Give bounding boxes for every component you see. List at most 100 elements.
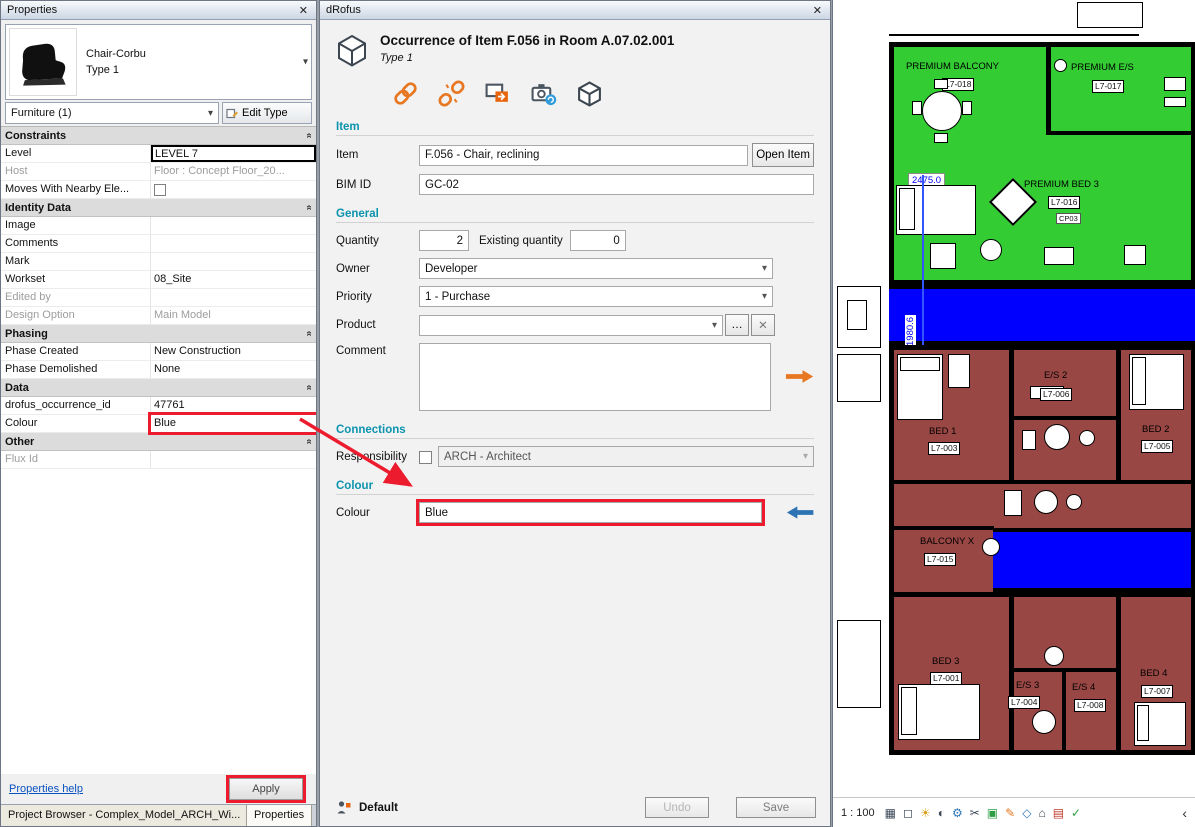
crop-view-icon[interactable]: ✂ [970, 806, 980, 820]
collapse-icon[interactable]: « [304, 439, 315, 445]
plan-shaft-box [1077, 2, 1143, 28]
property-row-host[interactable]: Host Floor : Concept Floor_20... [1, 163, 316, 181]
dimension-label-vertical[interactable]: 1980.6 [905, 315, 916, 348]
visual-style-icon[interactable]: ◻ [903, 806, 913, 820]
responsibility-select[interactable]: ARCH - Architect ▾ [438, 446, 814, 467]
scale-label[interactable]: 1 : 100 [841, 807, 875, 819]
item-field[interactable]: F.056 - Chair, reclining [419, 145, 748, 166]
property-value-phase-demolished[interactable]: None [151, 361, 316, 378]
unlink-icon[interactable] [438, 80, 465, 107]
property-row-colour[interactable]: Colour Blue [1, 415, 316, 433]
property-row-level[interactable]: Level LEVEL 7 [1, 145, 316, 163]
property-row-phase-created[interactable]: Phase Created New Construction [1, 343, 316, 361]
edit-type-button[interactable]: Edit Type [222, 102, 312, 124]
property-value-workset[interactable]: 08_Site [151, 271, 316, 288]
moves-with-nearby-checkbox[interactable] [154, 184, 166, 196]
property-row-flux-id[interactable]: Flux Id [1, 451, 316, 469]
property-value-level[interactable]: LEVEL 7 [151, 145, 316, 162]
type-selector[interactable]: Chair-Corbu Type 1 ▾ [5, 24, 312, 100]
undo-button[interactable]: Undo [645, 797, 709, 818]
constraints-icon[interactable]: ✓ [1071, 806, 1081, 820]
detail-level-icon[interactable]: ▦ [885, 806, 896, 820]
back-icon[interactable]: ‹ [1182, 805, 1187, 821]
floor-plan-view[interactable]: PREMIUM BALCONY L7-018 PREMIUM E/S L7-01… [832, 0, 1195, 827]
product-browse-button[interactable]: … [725, 314, 749, 336]
capture-image-icon[interactable] [484, 80, 511, 107]
room-tag[interactable]: L7-008 [1074, 699, 1106, 712]
property-value-image[interactable] [151, 217, 316, 234]
filter-combobox[interactable]: Furniture (1) ▾ [5, 102, 219, 124]
property-value-comments[interactable] [151, 235, 316, 252]
rendering-icon[interactable]: ⚙ [952, 806, 963, 820]
group-header-phasing[interactable]: Phasing « [1, 325, 316, 343]
collapse-icon[interactable]: « [304, 385, 315, 391]
properties-help-link[interactable]: Properties help [9, 783, 83, 795]
property-value-drofus-occurrence-id[interactable]: 47761 [151, 397, 316, 414]
crop-region-icon[interactable]: ▣ [987, 806, 998, 820]
property-value-phase-created[interactable]: New Construction [151, 343, 316, 360]
room-tag[interactable]: L7-005 [1141, 440, 1173, 453]
responsibility-checkbox[interactable] [419, 451, 432, 464]
property-row-edited-by[interactable]: Edited by [1, 289, 316, 307]
owner-select[interactable]: Developer ▾ [419, 258, 773, 279]
comment-textarea[interactable] [419, 343, 771, 411]
close-icon[interactable]: ✕ [297, 4, 310, 17]
reveal-hidden-icon[interactable]: ◇ [1022, 806, 1031, 820]
existing-quantity-field[interactable]: 0 [570, 230, 626, 251]
model-box-icon[interactable] [576, 80, 603, 107]
collapse-icon[interactable]: « [304, 133, 315, 139]
type-thumbnail [9, 28, 77, 96]
product-clear-button[interactable]: ✕ [751, 314, 775, 336]
link-icon[interactable] [392, 80, 419, 107]
room-tag[interactable]: L7-006 [1040, 388, 1072, 401]
properties-titlebar[interactable]: Properties ✕ [1, 1, 316, 20]
analytical-model-icon[interactable]: ▤ [1053, 806, 1064, 820]
temporary-view-properties-icon[interactable]: ⌂ [1038, 806, 1045, 820]
colour-field[interactable]: Blue [419, 502, 762, 523]
room-code-tag[interactable]: CP03 [1056, 213, 1081, 224]
priority-select[interactable]: 1 - Purchase ▾ [419, 286, 773, 307]
room-tag[interactable]: L7-003 [928, 442, 960, 455]
bim-id-field[interactable]: GC-02 [419, 174, 814, 195]
tab-properties[interactable]: Properties [247, 805, 312, 826]
room-region-bedrooms[interactable]: BED 1 L7-003 E/S 2 L7-006 BED 2 L7-005 B… [889, 345, 1195, 755]
product-select[interactable]: ▾ [419, 315, 723, 336]
property-row-comments[interactable]: Comments [1, 235, 316, 253]
property-row-mark[interactable]: Mark [1, 253, 316, 271]
property-row-design-option[interactable]: Design Option Main Model [1, 307, 316, 325]
quantity-field[interactable]: 2 [419, 230, 469, 251]
room-corridor-blue[interactable] [889, 285, 1195, 345]
wall-segment [1009, 596, 1014, 750]
room-tag[interactable]: L7-017 [1092, 80, 1124, 93]
property-row-phase-demolished[interactable]: Phase Demolished None [1, 361, 316, 379]
collapse-icon[interactable]: « [304, 205, 315, 211]
group-header-other[interactable]: Other « [1, 433, 316, 451]
property-row-moves-with-nearby[interactable]: Moves With Nearby Ele... [1, 181, 316, 199]
room-tag[interactable]: L7-007 [1141, 685, 1173, 698]
group-header-identity-data[interactable]: Identity Data « [1, 199, 316, 217]
room-tag[interactable]: L7-004 [1008, 696, 1040, 709]
close-icon[interactable]: ✕ [811, 4, 824, 17]
camera-sync-icon[interactable] [530, 80, 557, 107]
sun-path-icon[interactable]: ☀ [920, 806, 931, 820]
property-row-workset[interactable]: Workset 08_Site [1, 271, 316, 289]
room-tag[interactable]: L7-016 [1048, 196, 1080, 209]
temporary-hide-icon[interactable]: ✎ [1005, 806, 1015, 820]
tab-project-browser[interactable]: Project Browser - Complex_Model_ARCH_Wi.… [1, 805, 247, 826]
apply-button[interactable]: Apply [229, 778, 303, 800]
open-item-button[interactable]: Open Item [752, 143, 814, 167]
property-value-mark[interactable] [151, 253, 316, 270]
room-region-premium[interactable]: PREMIUM BALCONY L7-018 PREMIUM E/S L7-01… [889, 42, 1195, 285]
property-value-colour[interactable]: Blue [151, 415, 316, 432]
room-tag[interactable]: L7-015 [924, 553, 956, 566]
group-header-constraints[interactable]: Constraints « [1, 127, 316, 145]
save-button[interactable]: Save [736, 797, 816, 818]
room-balcony-blue[interactable] [993, 528, 1191, 592]
shadows-icon[interactable]: ◐ [938, 806, 945, 820]
collapse-icon[interactable]: « [304, 331, 315, 337]
chevron-down-icon[interactable]: ▾ [303, 57, 308, 68]
property-row-drofus-occurrence-id[interactable]: drofus_occurrence_id 47761 [1, 397, 316, 415]
group-header-data[interactable]: Data « [1, 379, 316, 397]
drofus-titlebar[interactable]: dRofus ✕ [320, 1, 830, 20]
property-row-image[interactable]: Image [1, 217, 316, 235]
